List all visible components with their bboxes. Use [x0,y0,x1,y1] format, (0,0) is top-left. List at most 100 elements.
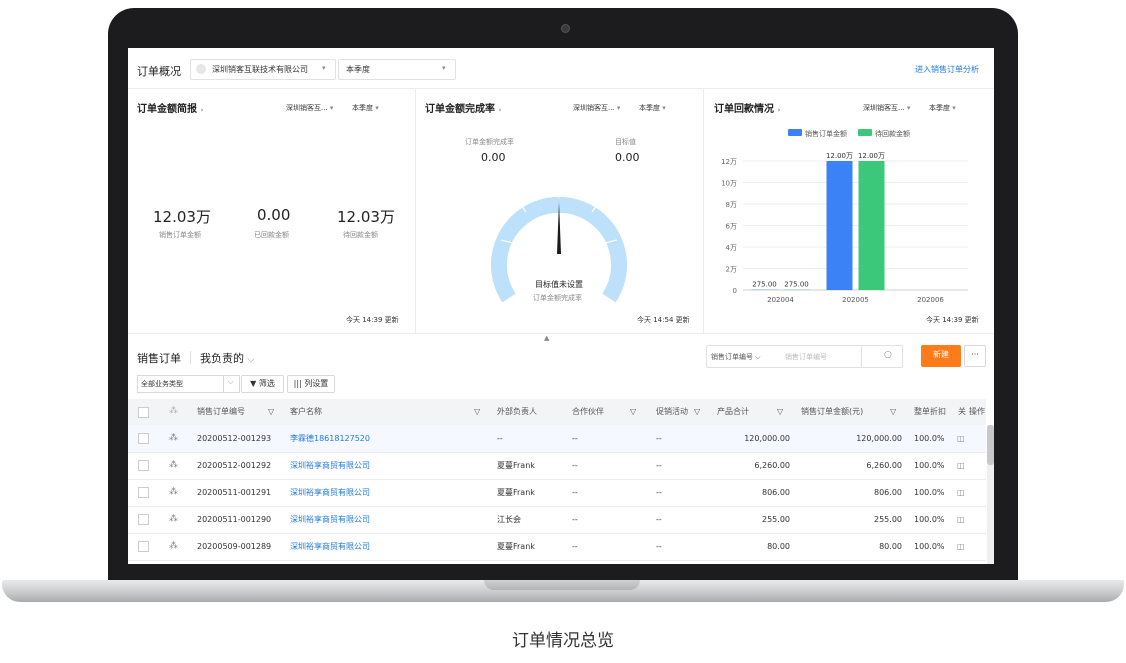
cell-amount: 80.00 [879,542,902,551]
filter-icon[interactable]: ▽ [474,399,480,425]
company-select[interactable]: 深圳销客互联技术有限公司 ▾ [190,59,336,80]
column-header[interactable]: 操作 [969,399,985,425]
card-title[interactable]: 订单回款情况 › [714,100,780,115]
period-filter[interactable]: 本季度 ▾ [929,103,956,113]
scope-select[interactable]: 我负责的 ⌵ [200,350,254,366]
y-tick-label: 2万 [726,266,737,274]
filter-button[interactable]: ▼ 筛选 [241,375,284,393]
cell-discount: 100.0% [914,434,945,443]
cell-discount: 100.0% [914,515,945,524]
cell-promo: -- [656,515,662,524]
cell-partner: -- [572,434,578,443]
bar [826,161,853,290]
search-input[interactable]: 销售订单编号 [785,352,827,362]
sales-analysis-link[interactable]: 进入销售订单分析 [915,64,979,75]
hierarchy-icon: ⁂ [169,433,178,443]
row-checkbox[interactable] [138,514,149,525]
table-row[interactable]: ⁂ 20200511-001290 深圳裕享商贸有限公司 江长会 -- -- 255.00 2… [128,506,986,534]
table-row[interactable]: ⁂ 20200509-001289 深圳裕享商贸有限公司 夏蔓Frank -- -- 80.… [128,533,986,561]
update-time: 今天 14:54 更新 [637,316,690,324]
column-header[interactable]: 销售订单金额(元) [801,399,863,425]
column-header[interactable]: 客户名称 [290,399,322,425]
cell-customer[interactable]: 深圳裕享商贸有限公司 [290,479,370,506]
period-select-value: 本季度 [346,65,370,74]
table-row[interactable]: ⁂ 20200512-001292 深圳裕享商贸有限公司 夏蔓Frank -- -- 6,2… [128,452,986,480]
app-screen: 订单概况 深圳销客互联技术有限公司 ▾ 本季度 ▾ 进入销售订单分析 订单金额简… [128,48,994,564]
column-header[interactable]: 合作伙伴 [572,399,604,425]
filter-icon[interactable]: ▽ [630,399,636,425]
column-settings-button[interactable]: ||| 列设置 [287,375,335,393]
legend-label: 待回款金额 [875,129,910,138]
cell-discount: 100.0% [914,542,945,551]
hierarchy-icon: ⁂ [169,406,178,416]
row-action-icon[interactable]: ◫ [957,533,965,560]
search-field-select[interactable]: 销售订单编号 ⌵ [711,352,761,362]
chevron-down-icon: ⌵ [228,378,234,386]
laptop-notch [484,580,640,590]
select-all-checkbox[interactable] [138,407,149,418]
company-filter[interactable]: 深圳销客互... ▾ [573,103,620,113]
cell-owner: -- [497,434,503,443]
type-filter-select[interactable]: 全部业务类型 ⌵ [137,375,240,393]
cell-customer[interactable]: 深圳裕享商贸有限公司 [290,533,370,560]
period-filter[interactable]: 本季度 ▾ [352,103,379,113]
cell-no: 20200511-001290 [197,515,272,524]
column-header[interactable]: 外部负责人 [497,399,537,425]
table-row[interactable]: ⁂ 20200511-001291 深圳裕享商贸有限公司 夏蔓Frank -- -- 806… [128,479,986,507]
completion-rate-card: 订单金额完成率 › 深圳销客互... ▾ 本季度 ▾ 订单金额完成率 0.00 … [415,88,704,333]
hierarchy-icon: ⁂ [169,460,178,470]
metric-value: 0.00 [257,206,291,224]
period-filter[interactable]: 本季度 ▾ [639,103,666,113]
new-order-button[interactable]: 新建 [921,345,961,367]
cell-customer[interactable]: 深圳裕享商贸有限公司 [290,452,370,479]
x-tick-label: 202004 [767,296,794,304]
columns-icon: ||| [293,379,302,388]
cell-promo: -- [656,488,662,497]
cell-total: 120,000.00 [744,434,790,443]
filter-icon[interactable]: ▽ [694,399,700,425]
filter-icon[interactable]: ▽ [268,399,274,425]
table-row[interactable]: ⁂ 20200512-001293 李霖德18618127520 -- -- -- 120,… [128,425,986,453]
search-icon[interactable]: ○ [884,350,892,360]
column-header[interactable]: 产品合计 [717,399,749,425]
camera-icon [561,24,570,33]
x-tick-label: 202005 [842,296,869,304]
table-header: ⁂ 销售订单编号 客户名称 外部负责人 合作伙伴 促销活动 产品合计 销售订单金… [128,399,986,425]
column-header[interactable]: 销售订单编号 [197,399,245,425]
company-filter[interactable]: 深圳销客互... ▾ [286,103,333,113]
column-header[interactable]: 整单折扣 [914,399,946,425]
row-action-icon[interactable]: ◫ [957,425,965,452]
more-button[interactable]: ··· [964,345,986,367]
collapse-icon[interactable]: ▲ [544,334,549,342]
filter-icon[interactable]: ▽ [890,399,896,425]
data-label: 12.00万 [858,152,885,160]
card-title[interactable]: 订单金额完成率 › [425,100,501,115]
gauge-text: 目标值未设置 [535,280,583,289]
bar [858,161,885,290]
row-action-icon[interactable]: ◫ [957,452,965,479]
cell-owner: 夏蔓Frank [497,461,535,470]
cell-customer[interactable]: 深圳裕享商贸有限公司 [290,506,370,533]
column-header[interactable]: 关 [958,399,966,425]
filter-icon[interactable]: ▽ [777,399,783,425]
row-checkbox[interactable] [138,433,149,444]
metric-label: 已回款金额 [254,231,289,239]
cell-total: 806.00 [762,488,790,497]
row-action-icon[interactable]: ◫ [957,479,965,506]
row-action-icon[interactable]: ◫ [957,506,965,533]
row-checkbox[interactable] [138,487,149,498]
cell-customer[interactable]: 李霖德18618127520 [290,425,370,452]
scrollbar-thumb[interactable] [987,425,994,465]
order-search[interactable]: 销售订单编号 ⌵ 销售订单编号 ○ [706,345,903,368]
row-checkbox[interactable] [138,541,149,552]
row-checkbox[interactable] [138,460,149,471]
cell-discount: 100.0% [914,488,945,497]
hierarchy-icon: ⁂ [169,487,178,497]
card-title[interactable]: 订单金额简报 › [137,100,203,115]
data-label: 275.00 [752,281,777,289]
column-header[interactable]: 促销活动 [656,399,688,425]
company-filter[interactable]: 深圳销客互... ▾ [863,103,910,113]
scrollbar[interactable] [987,425,994,564]
y-tick-label: 12万 [721,158,737,166]
period-select[interactable]: 本季度 ▾ [338,59,456,80]
